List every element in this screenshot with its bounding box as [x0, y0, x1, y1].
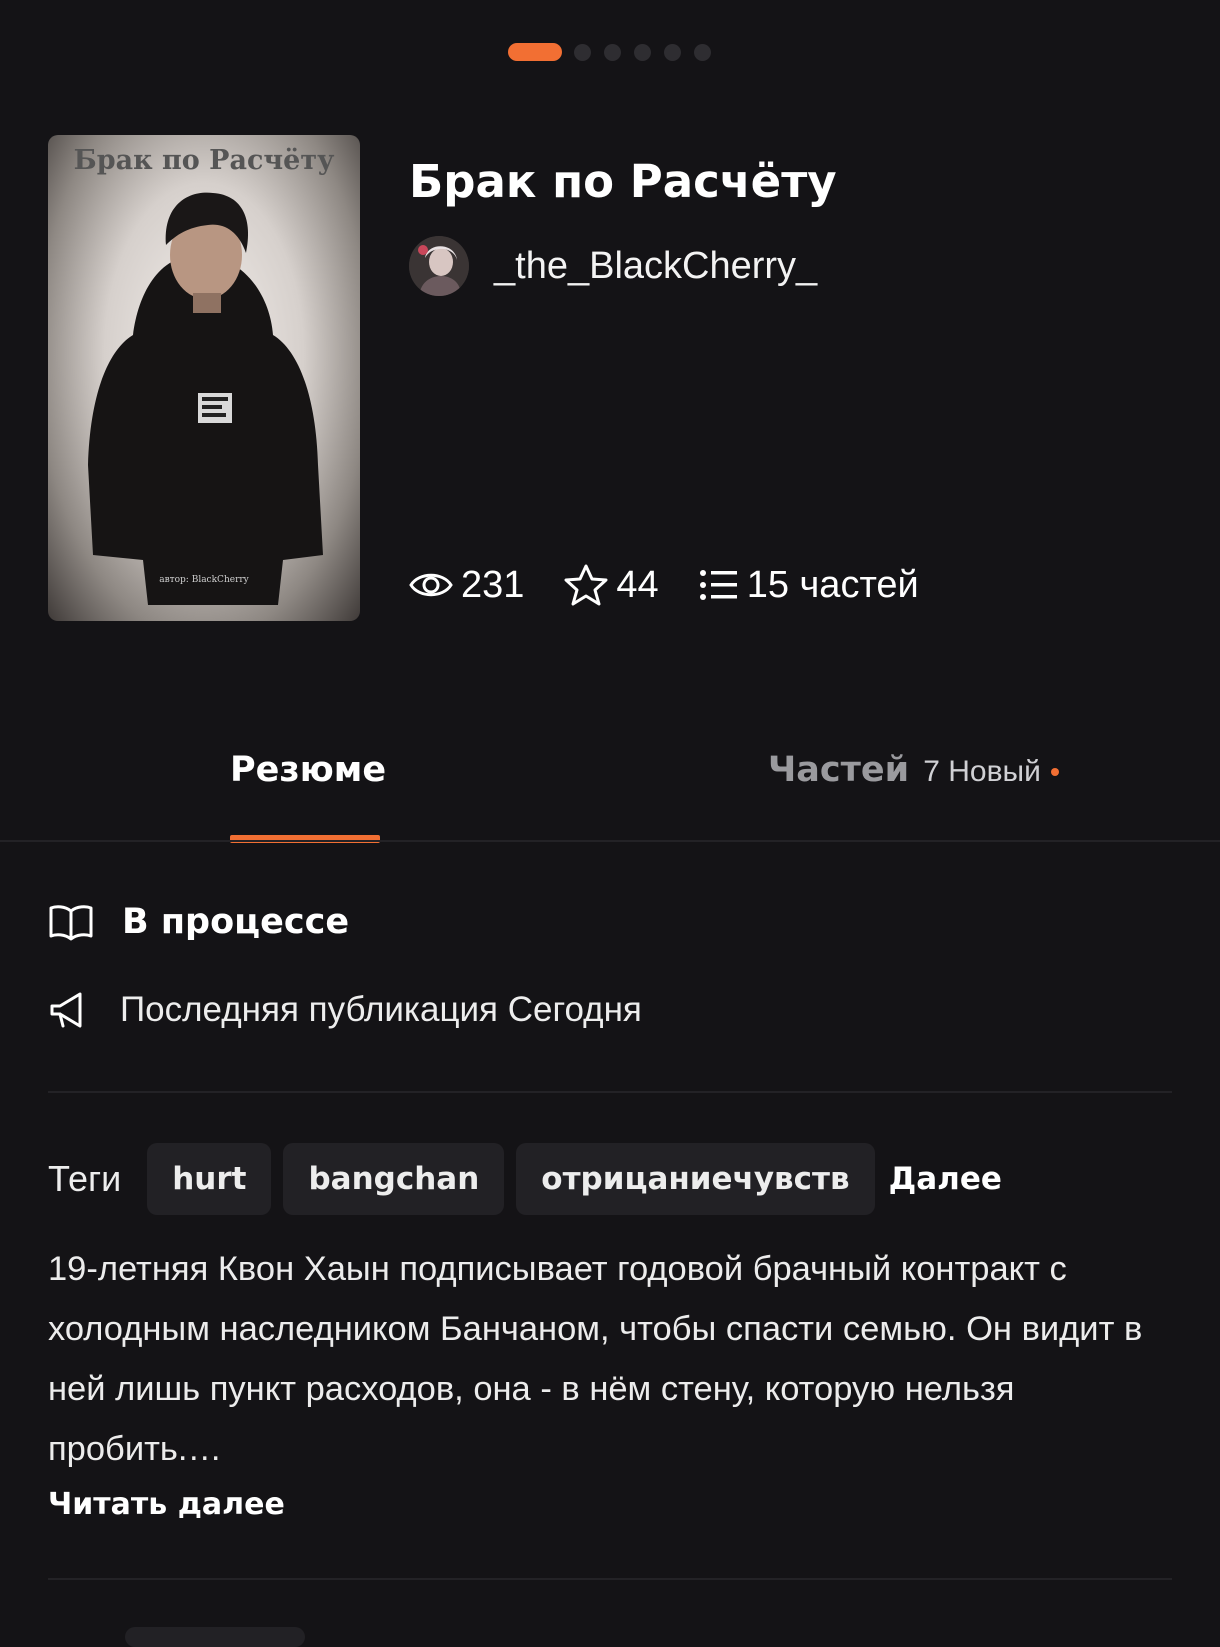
author-name[interactable]: _the_BlackCherry_	[494, 245, 817, 288]
pager-dot[interactable]	[664, 44, 681, 61]
star-icon	[564, 564, 608, 606]
tab-bar: Резюме Частей 7 Новый	[0, 735, 1220, 845]
tab-parts-label: Частей	[768, 750, 910, 790]
parts-stat: 15 частей	[699, 564, 919, 607]
section-divider	[48, 1091, 1172, 1093]
status-text: В процессе	[122, 902, 350, 942]
cover-author: автор: BlackCherry	[159, 575, 249, 585]
tab-summary[interactable]: Резюме	[230, 750, 386, 790]
author-row[interactable]: _the_BlackCherry_	[409, 236, 817, 296]
tags-label: Теги	[48, 1158, 122, 1199]
tag-chip[interactable]: hurt	[147, 1143, 272, 1215]
stars-stat: 44	[564, 563, 659, 607]
book-stats: 231 44 15 частей	[409, 562, 959, 608]
new-indicator-dot	[1050, 768, 1059, 776]
tab-parts[interactable]: Частей 7 Новый	[768, 750, 1059, 790]
list-icon	[699, 570, 737, 600]
tag-chip[interactable]: отрицаниечувств	[516, 1143, 875, 1215]
tag-chip[interactable]: bangchan	[283, 1143, 505, 1215]
views-count: 231	[461, 563, 525, 606]
read-more-button[interactable]: Читать далее	[48, 1487, 285, 1522]
book-cover[interactable]: Брак по Расчёту автор: BlackCherry	[48, 135, 360, 621]
book-title: Брак по Расчёту	[409, 155, 837, 208]
partial-chip	[125, 1627, 305, 1647]
book-description: 19-летняя Квон Хаын подписывает годовой …	[48, 1250, 1143, 1468]
stars-count: 44	[616, 563, 659, 606]
eye-icon	[409, 573, 453, 597]
tags-row: Теги hurt bangchan отрицаниечувств Далее	[48, 1143, 1002, 1215]
last-publication-row: Последняя публикация Сегодня	[48, 990, 642, 1030]
pager-dot-active[interactable]	[508, 43, 562, 61]
pager-dot[interactable]	[604, 44, 621, 61]
tabs-divider	[0, 840, 1220, 842]
cover-title: Брак по Расчёту	[73, 145, 335, 176]
section-divider	[48, 1578, 1172, 1580]
status-row: В процессе	[48, 902, 349, 942]
pager-dot[interactable]	[694, 44, 711, 61]
new-parts-badge: 7 Новый	[923, 755, 1041, 788]
pager-dot[interactable]	[634, 44, 651, 61]
pager-dot[interactable]	[574, 44, 591, 61]
megaphone-icon	[50, 992, 82, 1028]
carousel-pager	[0, 41, 1220, 61]
author-avatar[interactable]	[409, 236, 469, 296]
cover-person-illustration	[88, 192, 323, 605]
parts-count: 15 частей	[746, 563, 919, 606]
last-publication-text: Последняя публикация Сегодня	[120, 990, 642, 1029]
views-stat: 231	[409, 564, 524, 607]
book-icon	[49, 905, 93, 941]
tags-more-button[interactable]: Далее	[889, 1161, 1002, 1197]
